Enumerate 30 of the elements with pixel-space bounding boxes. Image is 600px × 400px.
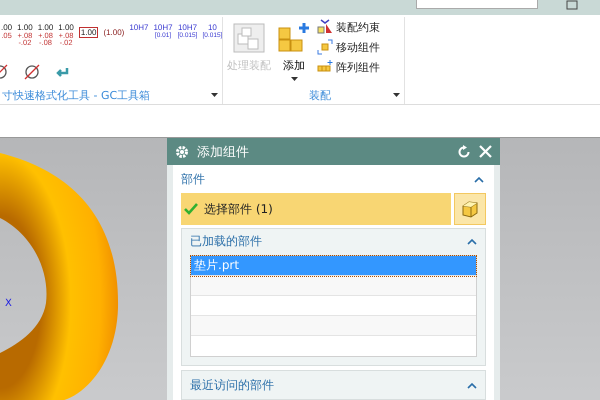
caret-icon bbox=[211, 93, 218, 97]
arrow-icon bbox=[55, 66, 69, 78]
selection-step[interactable]: 选择部件 (1) bbox=[181, 193, 451, 225]
section-header[interactable]: 最近访问的部件 bbox=[182, 371, 485, 399]
constraint-icon bbox=[317, 19, 333, 35]
ribbon-button[interactable]: 移动组件 bbox=[317, 39, 380, 55]
cubes-plus-icon bbox=[277, 22, 311, 54]
window-icon bbox=[566, 0, 578, 10]
caret-icon bbox=[393, 93, 400, 97]
section-header[interactable]: 已加载的部件 bbox=[182, 229, 485, 253]
move-icon bbox=[317, 39, 333, 55]
axis-label: X bbox=[5, 298, 12, 309]
caret-icon bbox=[290, 77, 298, 81]
ribbon-button[interactable]: 装配约束 bbox=[317, 19, 380, 35]
select-part-button[interactable] bbox=[454, 193, 486, 225]
settings-icon bbox=[175, 144, 189, 158]
tolerance-format-button[interactable]: 10H7 bbox=[129, 23, 148, 51]
ribbon-button[interactable]: 阵列组件 bbox=[317, 59, 380, 75]
cubes-icon bbox=[232, 22, 266, 54]
reset-icon bbox=[457, 144, 471, 158]
close-icon bbox=[479, 145, 492, 158]
group-label: 寸快速格式化工具 - GC工具箱 bbox=[2, 88, 150, 102]
section-header[interactable]: 部件 bbox=[181, 165, 486, 193]
cube-icon bbox=[461, 200, 479, 218]
group-label: 装配 bbox=[309, 88, 331, 102]
tolerance-format-button[interactable]: 1.00 bbox=[78, 23, 98, 51]
dialog-title: 添加组件 bbox=[197, 144, 250, 160]
tolerance-format-button[interactable]: (1.00) bbox=[103, 23, 124, 51]
ribbon-button[interactable]: 添加 bbox=[277, 19, 311, 86]
diameter-icon bbox=[23, 63, 41, 81]
